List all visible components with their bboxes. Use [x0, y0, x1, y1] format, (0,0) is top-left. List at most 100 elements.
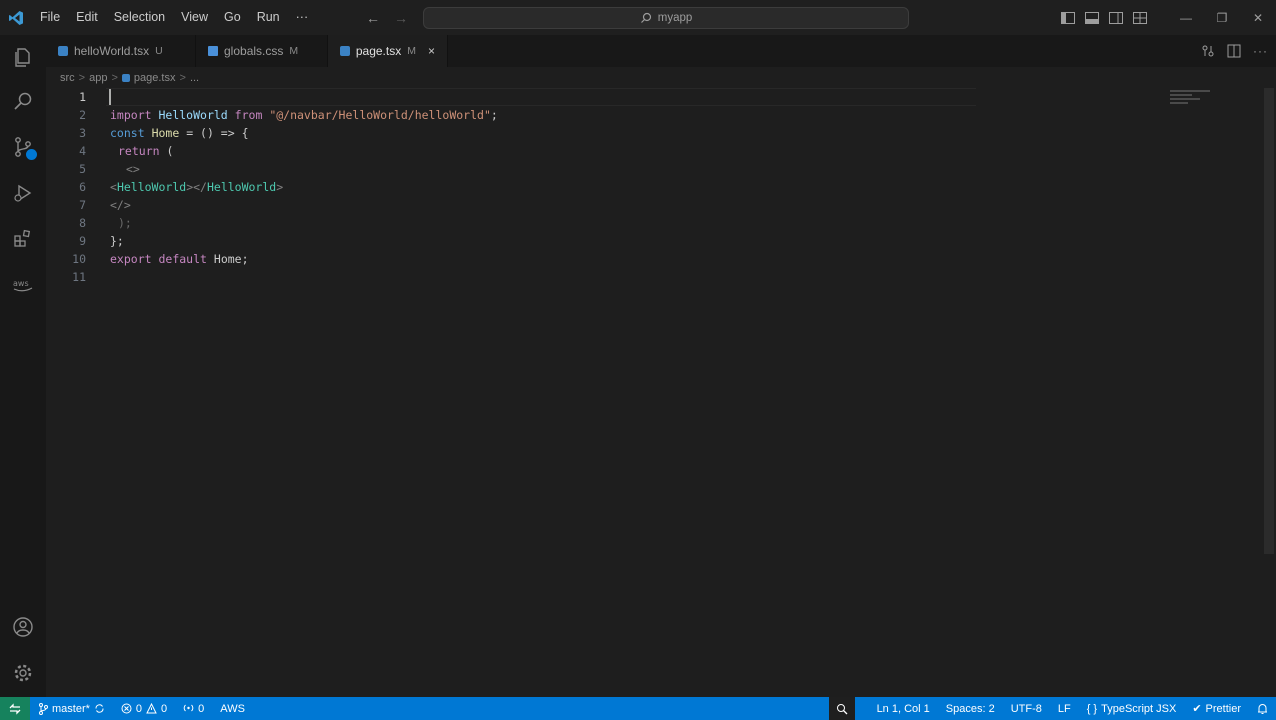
remote-indicator-icon[interactable] [0, 697, 30, 720]
sync-icon [95, 704, 104, 713]
title-bar: File Edit Selection View Go Run ··· ← → … [0, 0, 1276, 35]
error-count: 0 [135, 702, 143, 715]
menu-file[interactable]: File [32, 0, 68, 35]
keyword-from: from [234, 108, 263, 122]
minimap-line [1170, 98, 1200, 100]
breadcrumb-app[interactable]: app [89, 72, 107, 84]
more-actions-icon[interactable]: ··· [1253, 44, 1268, 58]
branch-name: master* [52, 702, 90, 715]
code-text: <HelloWorld></HelloWorld> [110, 178, 283, 196]
code-line: 5 <> [46, 160, 1246, 178]
explorer-icon[interactable] [0, 35, 46, 79]
run-debug-icon[interactable] [0, 171, 46, 215]
branch-status[interactable]: master* [30, 697, 113, 720]
keyword-import: import [110, 108, 152, 122]
tag-bracket: < [110, 180, 117, 194]
code-line: 11 [46, 268, 1246, 286]
react-file-icon [121, 74, 130, 82]
customize-layout-icon[interactable] [1128, 0, 1152, 35]
minimap[interactable] [1170, 88, 1222, 106]
source-control-icon[interactable] [0, 125, 46, 169]
code-text: import HelloWorld from "@/navbar/HelloWo… [110, 106, 498, 124]
breadcrumb-separator: > [78, 72, 86, 84]
ports-status[interactable]: 0 [175, 697, 212, 720]
css-file-icon [208, 46, 218, 56]
back-arrow-icon[interactable]: ← [366, 10, 380, 26]
string-literal: "@/navbar/HelloWorld/helloWorld" [269, 108, 491, 122]
notifications-bell-icon[interactable] [1249, 697, 1276, 720]
breadcrumb-src[interactable]: src [60, 72, 75, 84]
code-line: 7 </> [46, 196, 1246, 214]
error-icon [121, 703, 132, 714]
navigation-arrows: ← → [366, 0, 408, 35]
extensions-icon[interactable] [0, 217, 46, 261]
code-line: 3 const Home = () => { [46, 124, 1246, 142]
menu-view[interactable]: View [173, 0, 216, 35]
vertical-scrollbar[interactable] [1264, 88, 1274, 554]
toggle-secondary-sidebar-icon[interactable] [1104, 0, 1128, 35]
command-center-search[interactable]: myapp [423, 7, 909, 29]
tab-globals-css[interactable]: globals.css M [196, 35, 328, 67]
text-cursor [109, 89, 111, 105]
split-editor-icon[interactable] [1227, 44, 1241, 58]
code-editor[interactable]: 1 2 import HelloWorld from "@/navbar/Hel… [46, 88, 1276, 696]
line-number: 10 [72, 252, 86, 266]
tab-page-tsx[interactable]: page.tsx M × [328, 35, 448, 67]
settings-gear-icon[interactable] [0, 651, 46, 695]
keyword-return: return [118, 144, 160, 158]
menu-go[interactable]: Go [216, 0, 249, 35]
code-rest: ( [159, 144, 174, 158]
close-tab-icon[interactable]: × [428, 44, 435, 58]
menu-edit[interactable]: Edit [68, 0, 106, 35]
menu-selection[interactable]: Selection [106, 0, 173, 35]
tab-helloworld[interactable]: helloWorld.tsx U [46, 35, 196, 67]
code-text: ); [118, 216, 132, 230]
aws-toolkit-icon[interactable]: aws [0, 263, 46, 307]
semicolon: ; [241, 252, 249, 266]
accounts-icon[interactable] [0, 605, 46, 649]
menu-run[interactable]: Run [249, 0, 288, 35]
line-number: 1 [79, 90, 86, 104]
end-of-line[interactable]: LF [1050, 697, 1079, 720]
code-text: </> [110, 198, 131, 212]
search-view-icon[interactable] [0, 79, 46, 123]
double-check-icon: ✔ [1192, 703, 1202, 715]
tab-label: helloWorld.tsx [74, 44, 150, 58]
line-number: 7 [79, 198, 86, 212]
minimap-line [1170, 90, 1210, 92]
code-line: 4 return ( [46, 142, 1246, 160]
forward-arrow-icon[interactable]: → [394, 10, 408, 26]
cursor-position[interactable]: Ln 1, Col 1 [869, 697, 938, 720]
breadcrumb-separator: > [111, 72, 118, 84]
line-number: 2 [79, 108, 86, 122]
activity-bar: aws [0, 35, 46, 697]
code-line: 6 <HelloWorld></HelloWorld> [46, 178, 1246, 196]
line-number: 3 [79, 126, 86, 140]
toggle-panel-icon[interactable] [1080, 0, 1104, 35]
search-icon [640, 12, 651, 23]
title-bar-controls: — ❐ ✕ [1056, 0, 1276, 35]
breadcrumb-file[interactable]: page.tsx [134, 72, 176, 84]
breadcrumb-separator: > [179, 72, 186, 84]
close-window-icon[interactable]: ✕ [1240, 0, 1276, 35]
indentation[interactable]: Spaces: 2 [938, 697, 1003, 720]
encoding[interactable]: UTF-8 [1003, 697, 1050, 720]
formatter-status[interactable]: ✔ Prettier [1184, 697, 1249, 720]
line-number: 4 [79, 144, 86, 158]
status-bar: master* 0 0 0 AWS Ln 1, Col 1 Spaces: 2 … [0, 697, 1276, 720]
menu-more[interactable]: ··· [288, 0, 317, 35]
breadcrumb-more[interactable]: ... [190, 72, 199, 84]
aws-status[interactable]: AWS [212, 697, 253, 720]
open-changes-icon[interactable] [1201, 44, 1215, 58]
zoom-icon[interactable] [828, 697, 855, 720]
restore-icon[interactable]: ❐ [1204, 0, 1240, 35]
minimap-line [1170, 102, 1188, 104]
code-text: const Home = () => { [110, 124, 249, 142]
code-text: return ( [118, 142, 173, 160]
language-mode[interactable]: { } TypeScript JSX [1079, 697, 1185, 720]
problems-status[interactable]: 0 0 [113, 697, 175, 720]
toggle-primary-sidebar-icon[interactable] [1056, 0, 1080, 35]
tag-bracket: ></ [186, 180, 207, 194]
line-number: 9 [79, 234, 86, 248]
minimize-icon[interactable]: — [1168, 0, 1204, 35]
